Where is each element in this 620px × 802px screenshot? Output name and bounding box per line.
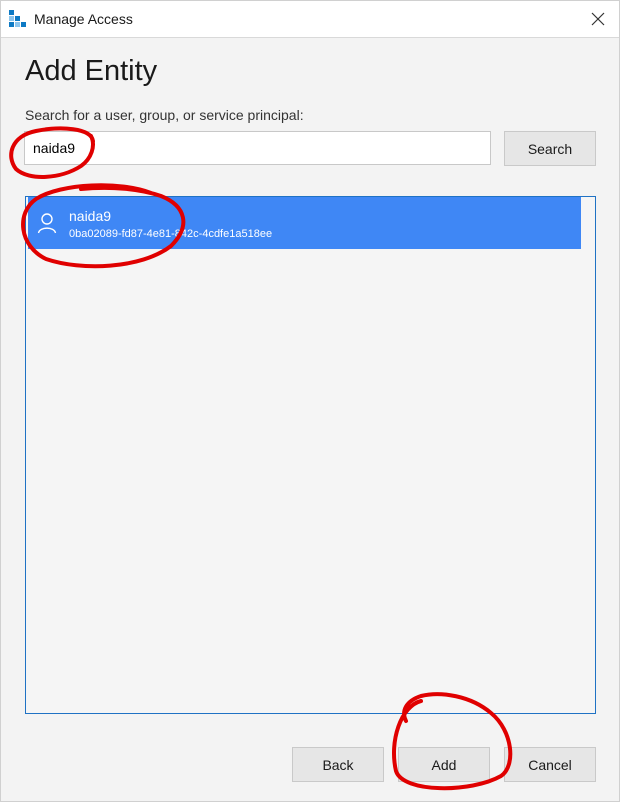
back-button[interactable]: Back (292, 747, 384, 782)
search-button[interactable]: Search (504, 131, 596, 166)
app-icon (9, 10, 27, 28)
list-item[interactable]: naida9 0ba02089-fd87-4e81-842c-4cdfe1a51… (28, 197, 581, 249)
results-list[interactable]: naida9 0ba02089-fd87-4e81-842c-4cdfe1a51… (25, 196, 596, 714)
search-label: Search for a user, group, or service pri… (25, 107, 304, 123)
user-icon (37, 213, 57, 234)
add-button[interactable]: Add (398, 747, 490, 782)
cancel-button[interactable]: Cancel (504, 747, 596, 782)
result-name: naida9 (69, 208, 112, 224)
title-bar: Manage Access (1, 1, 619, 38)
page-title: Add Entity (25, 55, 158, 87)
search-input[interactable] (24, 131, 491, 165)
close-icon[interactable] (587, 8, 609, 30)
window-title: Manage Access (34, 11, 133, 27)
manage-access-window: Manage Access Add Entity Search for a us… (0, 0, 620, 802)
result-id: 0ba02089-fd87-4e81-842c-4cdfe1a518ee (69, 228, 273, 240)
